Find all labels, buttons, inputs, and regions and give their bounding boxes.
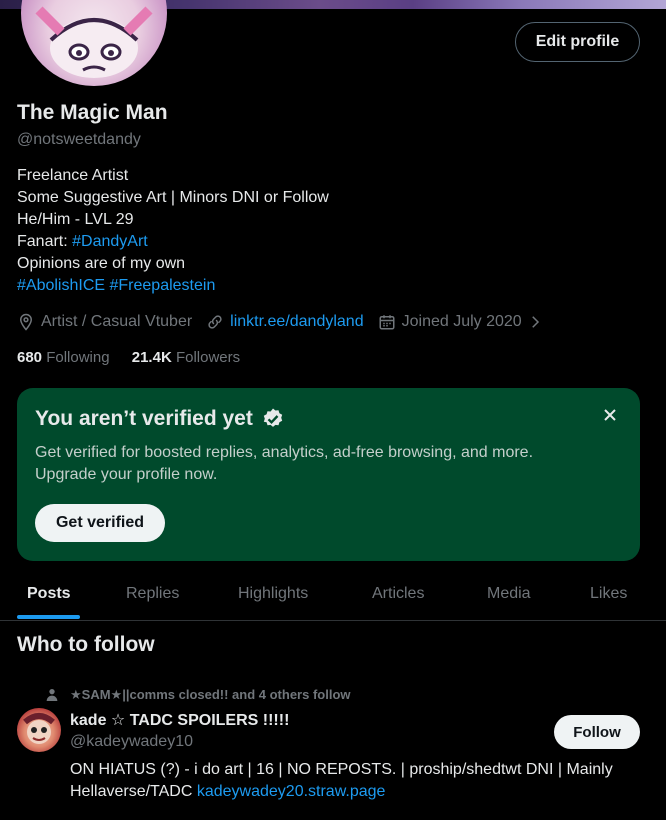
edit-profile-button[interactable]: Edit profile <box>515 22 640 62</box>
tab-posts[interactable]: Posts <box>27 568 71 620</box>
bio-text: Fanart: <box>17 233 73 250</box>
profile-joined[interactable]: Joined July 2020 <box>378 313 550 331</box>
following-count: 680 <box>17 349 43 366</box>
verify-title: You aren’t verified yet <box>35 407 285 431</box>
follow-button[interactable]: Follow <box>554 715 640 749</box>
bio-line: Freelance Artist <box>17 167 129 184</box>
link-icon <box>206 313 224 331</box>
suggested-user-handle[interactable]: @kadeywadey10 <box>70 733 193 751</box>
following-link[interactable]: 680 Following <box>17 349 110 366</box>
calendar-icon <box>378 313 396 331</box>
social-context-text: ★SAM★||comms closed!! and 4 others follo… <box>70 687 351 702</box>
chevron-right-icon <box>526 313 544 331</box>
bio-line: He/Him - LVL 29 <box>17 211 134 228</box>
profile-name: The Magic Man <box>17 101 168 124</box>
location-icon <box>17 313 35 331</box>
profile-location: Artist / Casual Vtuber <box>17 313 192 331</box>
get-verified-button[interactable]: Get verified <box>35 504 165 542</box>
followers-label: Followers <box>175 349 241 366</box>
hashtag-link[interactable]: #DandyArt <box>72 233 148 250</box>
tab-highlights[interactable]: Highlights <box>238 568 308 620</box>
who-to-follow-title: Who to follow <box>17 633 155 656</box>
website-link[interactable]: linktr.ee/dandyland <box>230 313 363 331</box>
active-tab-indicator <box>17 615 80 619</box>
followers-count: 21.4K <box>131 349 172 366</box>
tab-articles[interactable]: Articles <box>372 568 424 620</box>
location-text: Artist / Casual Vtuber <box>41 313 193 330</box>
bio-line: Some Suggestive Art | Minors DNI or Foll… <box>17 189 329 206</box>
followers-link[interactable]: 21.4K Followers <box>132 349 240 366</box>
bio-line: #AbolishICE #Freepalestein <box>17 275 329 297</box>
joined-text: Joined July 2020 <box>401 313 522 330</box>
suggested-user-bio: ON HIATUS (?) - i do art | 16 | NO REPOS… <box>70 759 640 803</box>
suggested-user-bio-link[interactable]: kadeywadey20.straw.page <box>197 783 386 800</box>
social-context[interactable]: ★SAM★||comms closed!! and 4 others follo… <box>44 687 351 703</box>
tab-media[interactable]: Media <box>487 568 531 620</box>
verified-badge-icon <box>263 408 283 427</box>
person-icon <box>46 689 58 701</box>
profile-bio: Freelance Artist Some Suggestive Art | M… <box>17 165 329 297</box>
profile-handle: @notsweetdandy <box>17 131 141 148</box>
profile-stats: 680 Following 21.4K Followers <box>17 349 258 366</box>
suggested-user-name[interactable]: kade ☆ TADC SPOILERS !!!!! <box>70 710 289 730</box>
close-icon[interactable] <box>600 405 620 425</box>
verify-title-text: You aren’t verified yet <box>35 407 253 430</box>
profile-tabs: Posts Replies Highlights Articles Media … <box>0 568 666 621</box>
bio-line: Opinions are of my own <box>17 255 186 272</box>
avatar[interactable] <box>17 708 61 752</box>
tab-likes[interactable]: Likes <box>590 568 627 620</box>
hashtag-link[interactable]: #AbolishICE <box>17 277 105 294</box>
verify-prompt-card: You aren’t verified yet Get verified for… <box>17 388 640 561</box>
profile-meta: Artist / Casual Vtuber linktr.ee/dandyla… <box>17 311 564 333</box>
profile-website[interactable]: linktr.ee/dandyland <box>206 313 364 331</box>
hashtag-link[interactable]: #Freepalestein <box>110 277 216 294</box>
tab-replies[interactable]: Replies <box>126 568 179 620</box>
verify-description: Get verified for boosted replies, analyt… <box>35 444 534 483</box>
following-label: Following <box>46 349 110 366</box>
profile-avatar[interactable] <box>21 0 167 86</box>
bio-line: Fanart: #DandyArt <box>17 231 329 253</box>
